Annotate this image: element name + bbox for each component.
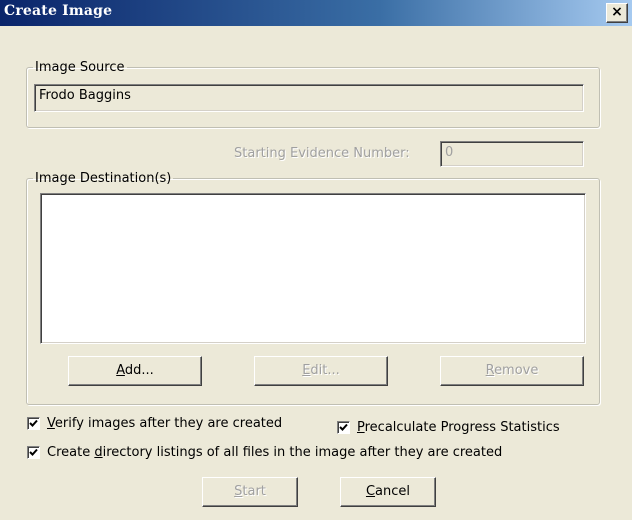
cancel-post: ancel <box>375 484 411 499</box>
precalc-accel: P <box>357 420 365 435</box>
remove-button-accel: R <box>485 363 495 378</box>
dialog-body: Image Source Frodo Baggins Starting Evid… <box>0 26 632 520</box>
verify-post: erify images after they are created <box>54 416 283 431</box>
checkmark-icon <box>29 419 38 427</box>
directory-pre: Create <box>47 445 95 460</box>
cancel-accel: C <box>365 484 376 499</box>
image-source-field: Frodo Baggins <box>34 84 584 112</box>
start-post: tart <box>242 484 266 499</box>
evidence-number-field[interactable]: 0 <box>440 141 584 167</box>
directory-listings-checkbox[interactable] <box>27 446 40 459</box>
close-button[interactable]: × <box>606 3 628 23</box>
directory-listings-label: Create directory listings of all files i… <box>47 445 502 460</box>
titlebar[interactable]: Create Image × <box>0 0 632 26</box>
precalculate-option[interactable]: Precalculate Progress Statistics <box>337 420 560 435</box>
window-title: Create Image <box>4 3 113 19</box>
verify-images-label: Verify images after they are created <box>47 416 282 431</box>
directory-listings-option[interactable]: Create directory listings of all files i… <box>27 445 502 460</box>
evidence-number-label: Starting Evidence Number: <box>234 146 410 161</box>
directory-accel: d <box>94 445 103 460</box>
precalculate-checkbox[interactable] <box>337 421 350 434</box>
add-button-post: dd... <box>124 363 154 378</box>
cancel-button[interactable]: Cancel <box>340 477 436 507</box>
add-button-accel: A <box>116 363 125 378</box>
checkmark-icon <box>339 423 348 431</box>
edit-button-post: dit... <box>310 363 340 378</box>
remove-button[interactable]: Remove <box>440 356 584 386</box>
image-source-legend: Image Source <box>35 60 125 75</box>
edit-button[interactable]: Edit... <box>254 356 388 386</box>
destination-listbox[interactable] <box>40 193 586 344</box>
close-icon: × <box>611 4 623 20</box>
image-source-value: Frodo Baggins <box>39 88 131 103</box>
precalculate-label: Precalculate Progress Statistics <box>357 420 560 435</box>
directory-post: irectory listings of all files in the im… <box>102 445 503 460</box>
evidence-number-value: 0 <box>445 145 454 160</box>
verify-accel: V <box>47 416 55 431</box>
verify-images-checkbox[interactable] <box>27 417 40 430</box>
verify-images-option[interactable]: Verify images after they are created <box>27 416 282 431</box>
add-button[interactable]: Add... <box>68 356 202 386</box>
image-destination-legend: Image Destination(s) <box>35 171 172 186</box>
checkmark-icon <box>29 448 38 456</box>
precalc-post: recalculate Progress Statistics <box>364 420 560 435</box>
start-button[interactable]: Start <box>202 477 298 507</box>
remove-button-post: emove <box>494 363 539 378</box>
